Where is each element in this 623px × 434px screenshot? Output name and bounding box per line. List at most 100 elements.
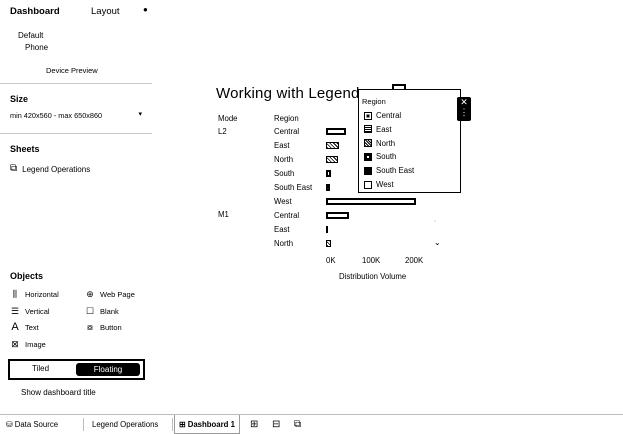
object-label: Text — [25, 322, 39, 332]
tab-separator — [172, 418, 173, 431]
sheet-icon: ⧉ — [10, 163, 18, 174]
region-label: Central — [274, 211, 300, 220]
mode-label: M1 — [218, 210, 229, 219]
object-label: Button — [100, 322, 122, 332]
object-horizontal[interactable]: ⫼ Horizontal — [10, 289, 59, 299]
bar-l2-west[interactable] — [326, 198, 416, 205]
object-blank[interactable]: ☐ Blank — [85, 306, 119, 316]
floating-option[interactable]: Floating — [76, 363, 140, 376]
vertical-icon: ☰ — [10, 305, 20, 316]
new-worksheet-icon[interactable]: ⊞ — [250, 419, 262, 430]
sheet-item-label: Legend Operations — [22, 164, 91, 174]
tab-dashboard[interactable]: Dashboard — [10, 6, 60, 17]
bar-l2-central[interactable] — [326, 128, 346, 135]
legend-item[interactable]: East — [364, 125, 392, 134]
tab-dashboard-1[interactable]: ⊞ Dashboard 1 — [174, 415, 240, 434]
database-icon: ⛁ — [6, 420, 13, 429]
legend-swatch — [364, 139, 372, 148]
new-story-icon[interactable]: ⧉ — [294, 419, 306, 430]
chart-title: Working with Legends — [216, 85, 368, 102]
legend-item-label: West — [376, 180, 394, 189]
legend-item[interactable]: Central — [364, 111, 401, 120]
legend-item-label: Central — [376, 111, 402, 120]
legend-item[interactable]: South East — [364, 166, 414, 175]
legend-item-label: North — [376, 138, 396, 148]
x-tick-label: 100K — [362, 256, 381, 265]
tab-separator — [83, 418, 84, 431]
device-default-label[interactable]: Default — [18, 31, 43, 40]
object-label: Blank — [100, 306, 119, 316]
size-title: Size — [10, 94, 29, 104]
sheet-item[interactable]: ⧉ Legend Operations — [10, 164, 90, 174]
chevron-down-icon: ▾ — [138, 111, 142, 118]
bar-l2-east[interactable] — [326, 142, 339, 149]
region-label: South — [274, 169, 295, 178]
tab-label: Dashboard 1 — [187, 420, 235, 429]
device-preview-button[interactable]: Device Preview — [46, 66, 98, 75]
region-header: Region — [274, 114, 299, 123]
region-label: East — [274, 225, 290, 234]
object-label: Web Page — [100, 289, 135, 299]
legend-menu-button[interactable]: ✕ ⋮ — [457, 97, 471, 121]
region-label: East — [274, 141, 290, 150]
more-options-icon[interactable]: ⋮ — [460, 107, 469, 117]
object-vertical[interactable]: ☰ Vertical — [10, 306, 50, 316]
sheets-title: Sheets — [10, 144, 40, 154]
x-axis-title: Distribution Volume — [339, 272, 407, 281]
legend-title: Region — [362, 97, 386, 106]
new-dashboard-icon[interactable]: ⊟ — [272, 419, 284, 430]
object-label: Vertical — [25, 306, 50, 316]
region-label: North — [274, 155, 294, 164]
legend-item-label: South — [376, 152, 397, 162]
region-legend: Region Central East North South South East We… — [358, 89, 461, 193]
panel-marker-icon: ● — [143, 5, 148, 14]
device-phone-label[interactable]: Phone — [25, 43, 48, 52]
legend-swatch — [364, 180, 372, 189]
tab-data-source[interactable]: ⛁ Data Source — [2, 415, 62, 434]
show-title-label: Show dashboard title — [21, 388, 96, 397]
x-tick-label: 200K — [405, 256, 424, 265]
close-icon[interactable]: ✕ — [460, 97, 468, 107]
text-icon: A — [11, 320, 19, 333]
object-label: Image — [25, 339, 46, 349]
scroll-down-icon[interactable]: ⌄ — [434, 238, 441, 247]
bar-l2-south[interactable] — [326, 170, 331, 177]
blank-icon: ☐ — [85, 305, 95, 316]
object-button[interactable]: ⧇ Button — [85, 322, 122, 332]
tab-sheet[interactable]: Legend Operations — [88, 415, 162, 434]
objects-title: Objects — [10, 271, 44, 281]
legend-item[interactable]: West — [364, 180, 394, 189]
region-label: North — [274, 239, 294, 248]
dashboard-icon: ⊞ — [179, 420, 186, 429]
globe-icon: ⊕ — [86, 288, 94, 299]
mode-header: Mode — [218, 114, 238, 123]
horizontal-icon: ⫼ — [12, 288, 18, 299]
object-text[interactable]: A Text — [10, 320, 39, 333]
button-icon: ⧇ — [87, 321, 93, 332]
bar-l2-north[interactable] — [326, 156, 338, 163]
tab-layout[interactable]: Layout — [91, 6, 120, 17]
tab-label: Data Source — [14, 420, 59, 429]
size-dropdown[interactable]: min 420x560 - max 650x860 ▾ — [10, 110, 142, 122]
size-value: min 420x560 - max 650x860 — [10, 111, 103, 120]
object-label: Horizontal — [25, 289, 59, 299]
legend-item-label: South East — [376, 166, 415, 176]
divider — [0, 83, 152, 84]
bar-m1-central[interactable] — [326, 212, 349, 219]
checkbox[interactable] — [9, 389, 17, 397]
bar-m1-east[interactable] — [326, 226, 328, 233]
legend-item[interactable]: South — [364, 152, 396, 161]
image-icon: ⊠ — [11, 338, 19, 349]
legend-swatch — [364, 125, 372, 134]
object-image[interactable]: ⊠ Image — [10, 339, 46, 349]
legend-item[interactable]: North — [364, 139, 395, 148]
mode-label: L2 — [218, 127, 227, 136]
divider — [0, 133, 152, 134]
legend-swatch — [364, 166, 372, 175]
object-web-page[interactable]: ⊕ Web Page — [85, 289, 135, 299]
tiled-option[interactable]: Tiled — [32, 364, 49, 373]
region-label: Central — [274, 127, 300, 136]
show-title-checkbox[interactable]: Show dashboard title — [9, 388, 96, 397]
bar-l2-south-east[interactable] — [326, 184, 330, 191]
bar-m1-north[interactable] — [326, 240, 331, 247]
